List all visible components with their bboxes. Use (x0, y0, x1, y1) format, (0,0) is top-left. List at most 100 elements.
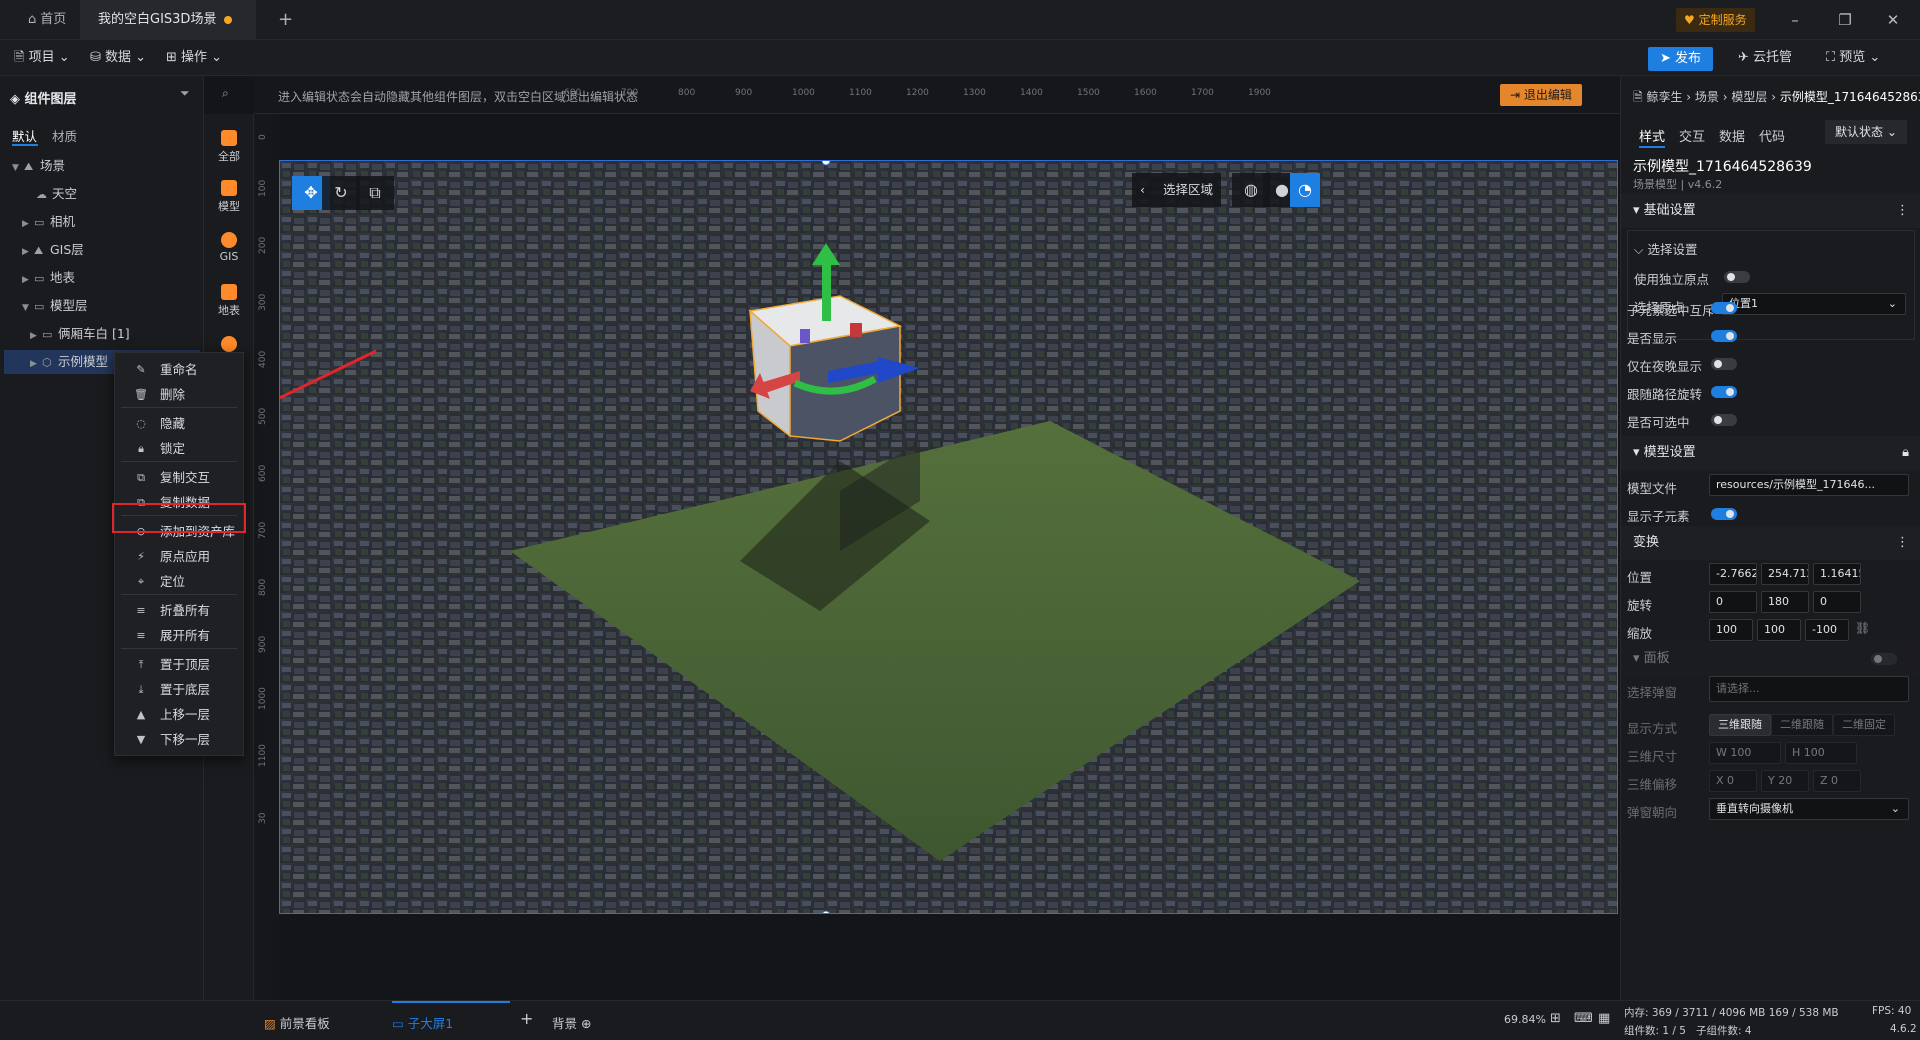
follow-path-toggle[interactable] (1711, 386, 1737, 398)
cloud-host-button[interactable]: ✈ 云托管 (1738, 40, 1792, 76)
display-mode-2d-follow[interactable]: 二维跟随 (1771, 714, 1833, 736)
tab-style[interactable]: 样式 (1639, 126, 1665, 145)
scene-viewport[interactable]: ✥ ↻ ⧉ ‹ 选择区域 ◍ ● ◔ (279, 160, 1618, 914)
offset-y-input[interactable]: Y 20 (1761, 770, 1809, 792)
tree-item-car-group[interactable]: ▶ ▭ 俩厢车白 [1] (30, 322, 130, 346)
restore-icon[interactable]: ❐ (1822, 0, 1868, 40)
tree-item-ground[interactable]: ▶ ▭ 地表 (22, 266, 75, 290)
panel-section-header[interactable]: ▾ 面板 (1621, 642, 1920, 676)
category-ground[interactable]: 地表 (204, 284, 254, 318)
select-popup-dropdown[interactable]: 请选择... (1709, 676, 1909, 702)
custom-service-button[interactable]: ♥ 定制服务 (1676, 8, 1755, 32)
tree-item-gis[interactable]: ▶ ⛰ GIS层 (22, 238, 84, 262)
model-file-dropdown[interactable]: resources/示例模型_171646... (1709, 474, 1909, 496)
selectable-toggle[interactable] (1711, 414, 1737, 426)
breadcrumb-item[interactable]: 示例模型_1716464528639 (1780, 90, 1920, 104)
tab-data[interactable]: 数据 (1719, 126, 1745, 145)
popup-direction-dropdown[interactable]: 垂直转向摄像机 ⌄ (1709, 798, 1909, 820)
exit-edit-button[interactable]: ⇥ 退出编辑 (1500, 84, 1582, 106)
tab-default[interactable]: 默认 (12, 126, 37, 145)
more-icon[interactable]: ⋮ (1896, 194, 1909, 228)
category-all[interactable]: 全部 (204, 130, 254, 164)
model-settings-header[interactable]: ▾ 模型设置 🔒︎ (1621, 436, 1920, 470)
tree-item-camera[interactable]: ▶ ▭ 相机 (22, 210, 75, 234)
rotation-x-input[interactable]: 0 (1709, 591, 1757, 613)
zoom-level[interactable]: 69.84% (1504, 1013, 1546, 1026)
show-children-toggle[interactable] (1711, 508, 1737, 520)
menu-operation[interactable]: ⊞ 操作 ⌄ (166, 40, 222, 76)
display-mode-3d-follow[interactable]: 三维跟随 (1709, 714, 1771, 736)
select-origin-dropdown[interactable]: 位置1 ⌄ (1722, 293, 1906, 315)
background-tab[interactable]: 背景 ⊕ (552, 1013, 591, 1032)
search-icon[interactable]: ⌕ (222, 86, 229, 101)
more-icon[interactable]: ⋮ (1896, 526, 1909, 560)
ctx-menu-item[interactable]: ◌ 隐藏 (115, 413, 243, 435)
use-own-origin-toggle[interactable] (1724, 271, 1750, 283)
panel-toggle[interactable] (1871, 653, 1897, 665)
ctx-menu-item[interactable]: ≡ 折叠所有 (115, 600, 243, 622)
preview-button[interactable]: ⛶ 预览 ⌄ (1826, 40, 1880, 76)
category-model[interactable]: 模型 (204, 180, 254, 214)
new-tab-plus-icon[interactable]: + (266, 0, 305, 40)
select-region-button[interactable]: ‹ 选择区域 (1132, 173, 1222, 207)
ctx-menu-item[interactable]: ≡ 展开所有 (115, 625, 243, 647)
orbit-icon[interactable]: ◔ (1290, 173, 1320, 207)
ctx-menu-item[interactable]: ▼ 下移一层 (115, 729, 243, 751)
tree-item-model-layer[interactable]: ▼ ▭ 模型层 (22, 294, 88, 318)
rotate-tool-icon[interactable]: ↻ (322, 176, 360, 210)
scale-x-input[interactable]: 100 (1709, 619, 1753, 641)
scale-tool-icon[interactable]: ⧉ (356, 176, 394, 210)
breadcrumb-item[interactable]: 模型层 (1731, 90, 1767, 104)
ctx-menu-item[interactable]: ⚡ 原点应用 (115, 546, 243, 568)
ctx-menu-item[interactable]: ▲ 上移一层 (115, 704, 243, 726)
breadcrumb-item[interactable]: 鲸孪生 (1646, 90, 1682, 104)
ctx-menu-item[interactable]: 🔒︎ 锁定 (115, 438, 243, 460)
menu-data[interactable]: ⛁ 数据 ⌄ (90, 40, 146, 76)
grid-toggle-icon[interactable]: ▦ (1598, 1011, 1610, 1026)
basic-settings-header[interactable]: ▾ 基础设置 ⋮ (1621, 194, 1920, 228)
category-gis[interactable]: GIS (204, 232, 254, 263)
night-only-toggle[interactable] (1711, 358, 1737, 370)
fit-screen-icon[interactable]: ⊞ (1550, 1011, 1561, 1026)
ctx-menu-item[interactable]: ✎ 重命名 (115, 359, 243, 381)
tree-item-scene[interactable]: ▼ ⛰ 场景 (12, 154, 65, 178)
tab-interaction[interactable]: 交互 (1679, 126, 1705, 145)
keyboard-icon[interactable]: ⌨ (1574, 1011, 1593, 1026)
minimize-icon[interactable]: – (1772, 0, 1818, 40)
foreground-board-tab[interactable]: ▨ 前景看板 (264, 1013, 330, 1032)
tab-code[interactable]: 代码 (1759, 126, 1785, 145)
child-exclusive-toggle[interactable] (1711, 302, 1737, 314)
size-h-input[interactable]: H 100 (1785, 742, 1857, 764)
is-visible-toggle[interactable] (1711, 330, 1737, 342)
display-mode-2d-fixed[interactable]: 二维固定 (1833, 714, 1895, 736)
tab-scene[interactable]: 我的空白GIS3D场景 (80, 0, 256, 40)
child-screen-tab[interactable]: ▭ 子大屏1 (392, 1013, 453, 1032)
close-icon[interactable]: ✕ (1870, 0, 1916, 40)
add-screen-plus-icon[interactable]: + (520, 1009, 533, 1028)
ctx-menu-item[interactable]: ⧉ 复制交互 (115, 467, 243, 489)
ctx-menu-item[interactable]: ⤒ 置于顶层 (115, 654, 243, 676)
position-z-input[interactable]: 1.16415321 (1813, 563, 1861, 585)
filter-icon[interactable]: ⏷ (180, 86, 190, 101)
breadcrumb-item[interactable]: 场景 (1695, 90, 1719, 104)
link-icon[interactable]: ⛓ (1855, 621, 1870, 635)
position-y-input[interactable]: 254.71267/ (1761, 563, 1809, 585)
lock-icon[interactable]: 🔒︎ (1902, 436, 1909, 470)
menu-project[interactable]: 🗎 项目 ⌄ (14, 40, 70, 76)
state-select[interactable]: 默认状态 ⌄ (1825, 120, 1907, 144)
offset-x-input[interactable]: X 0 (1709, 770, 1757, 792)
ctx-menu-item[interactable]: 🗑︎ 删除 (115, 384, 243, 406)
transform-header[interactable]: 变换 ⋮ (1621, 526, 1920, 560)
ctx-menu-item[interactable]: ⤓ 置于底层 (115, 679, 243, 701)
position-x-input[interactable]: -2.766297/ (1709, 563, 1757, 585)
rotation-y-input[interactable]: 180 (1761, 591, 1809, 613)
tab-material[interactable]: 材质 (52, 126, 77, 145)
select-settings-title[interactable]: ⌵ 选择设置 (1634, 239, 1697, 258)
rotation-z-input[interactable]: 0 (1813, 591, 1861, 613)
tree-item-sky[interactable]: ☁ 天空 (36, 182, 77, 206)
size-w-input[interactable]: W 100 (1709, 742, 1781, 764)
offset-z-input[interactable]: Z 0 (1813, 770, 1861, 792)
publish-button[interactable]: ➤ 发布 (1648, 47, 1714, 71)
scale-y-input[interactable]: 100 (1757, 619, 1801, 641)
tab-home[interactable]: ⌂ 首页 (10, 0, 84, 40)
